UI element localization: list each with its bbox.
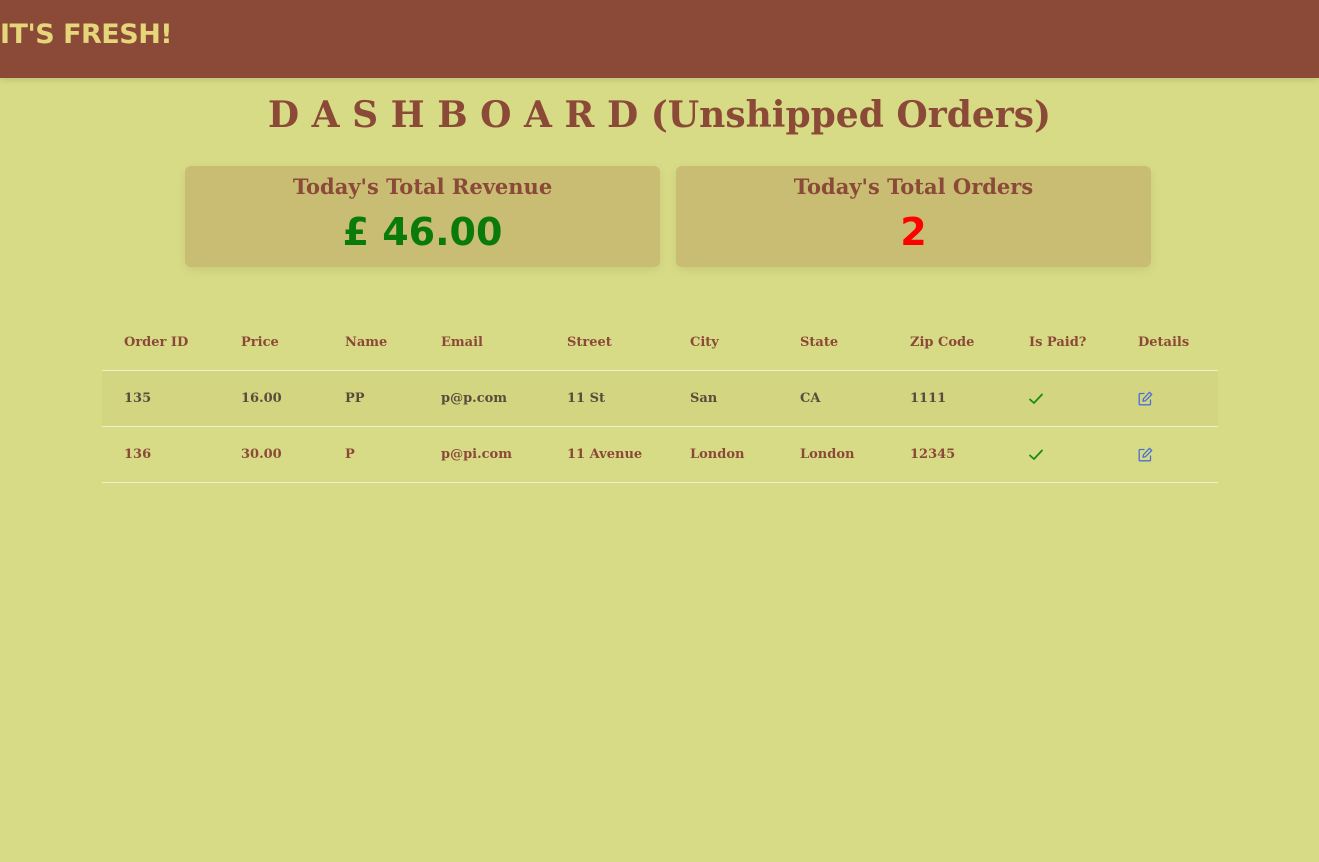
edit-icon[interactable] bbox=[1138, 447, 1153, 462]
column-header-is-paid: Is Paid? bbox=[1007, 314, 1116, 371]
cell-name: P bbox=[323, 426, 419, 483]
cell-city: London bbox=[668, 426, 778, 483]
cell-email: p@pi.com bbox=[419, 426, 545, 483]
cell-state: London bbox=[778, 426, 888, 483]
orders-card-label: Today's Total Orders bbox=[793, 174, 1034, 199]
cell-state: CA bbox=[778, 370, 888, 427]
check-icon bbox=[1029, 449, 1043, 460]
column-header-zip-code: Zip Code bbox=[888, 314, 1007, 371]
cell-order-id: 135 bbox=[102, 370, 219, 427]
revenue-card: Today's Total Revenue £ 46.00 bbox=[185, 166, 660, 267]
cell-price: 16.00 bbox=[219, 370, 323, 427]
cell-email: p@p.com bbox=[419, 370, 545, 427]
orders-table: Order ID Price Name Email Street City St… bbox=[102, 314, 1218, 483]
column-header-name: Name bbox=[323, 314, 419, 371]
cell-details bbox=[1116, 370, 1218, 427]
page-title: D A S H B O A R D (Unshipped Orders) bbox=[267, 94, 1052, 136]
cell-details bbox=[1116, 426, 1218, 483]
cell-street: 11 St bbox=[545, 370, 668, 427]
column-header-email: Email bbox=[419, 314, 545, 371]
column-header-price: Price bbox=[219, 314, 323, 371]
cell-price: 30.00 bbox=[219, 426, 323, 483]
column-header-order-id: Order ID bbox=[102, 314, 219, 371]
navbar: IT'S FRESH! bbox=[0, 0, 1319, 78]
orders-card: Today's Total Orders 2 bbox=[676, 166, 1151, 267]
column-header-street: Street bbox=[545, 314, 668, 371]
cell-name: PP bbox=[323, 370, 419, 427]
orders-card-value: 2 bbox=[900, 210, 927, 254]
cell-order-id: 136 bbox=[102, 426, 219, 483]
revenue-card-label: Today's Total Revenue bbox=[292, 174, 553, 199]
table-row: 135 16.00 PP p@p.com 11 St San CA 1111 bbox=[102, 370, 1218, 427]
cell-zip-code: 12345 bbox=[888, 426, 1007, 483]
brand-link[interactable]: IT'S FRESH! bbox=[0, 19, 173, 50]
revenue-card-value: £ 46.00 bbox=[342, 210, 503, 254]
cell-is-paid bbox=[1007, 370, 1116, 427]
cell-zip-code: 1111 bbox=[888, 370, 1007, 427]
cell-city: San bbox=[668, 370, 778, 427]
table-row: 136 30.00 P p@pi.com 11 Avenue London Lo… bbox=[102, 426, 1218, 483]
column-header-state: State bbox=[778, 314, 888, 371]
cell-is-paid bbox=[1007, 426, 1116, 483]
table-header-row: Order ID Price Name Email Street City St… bbox=[102, 314, 1218, 371]
edit-icon[interactable] bbox=[1138, 391, 1153, 406]
check-icon bbox=[1029, 393, 1043, 404]
cell-street: 11 Avenue bbox=[545, 426, 668, 483]
column-header-city: City bbox=[668, 314, 778, 371]
column-header-details: Details bbox=[1116, 314, 1218, 371]
